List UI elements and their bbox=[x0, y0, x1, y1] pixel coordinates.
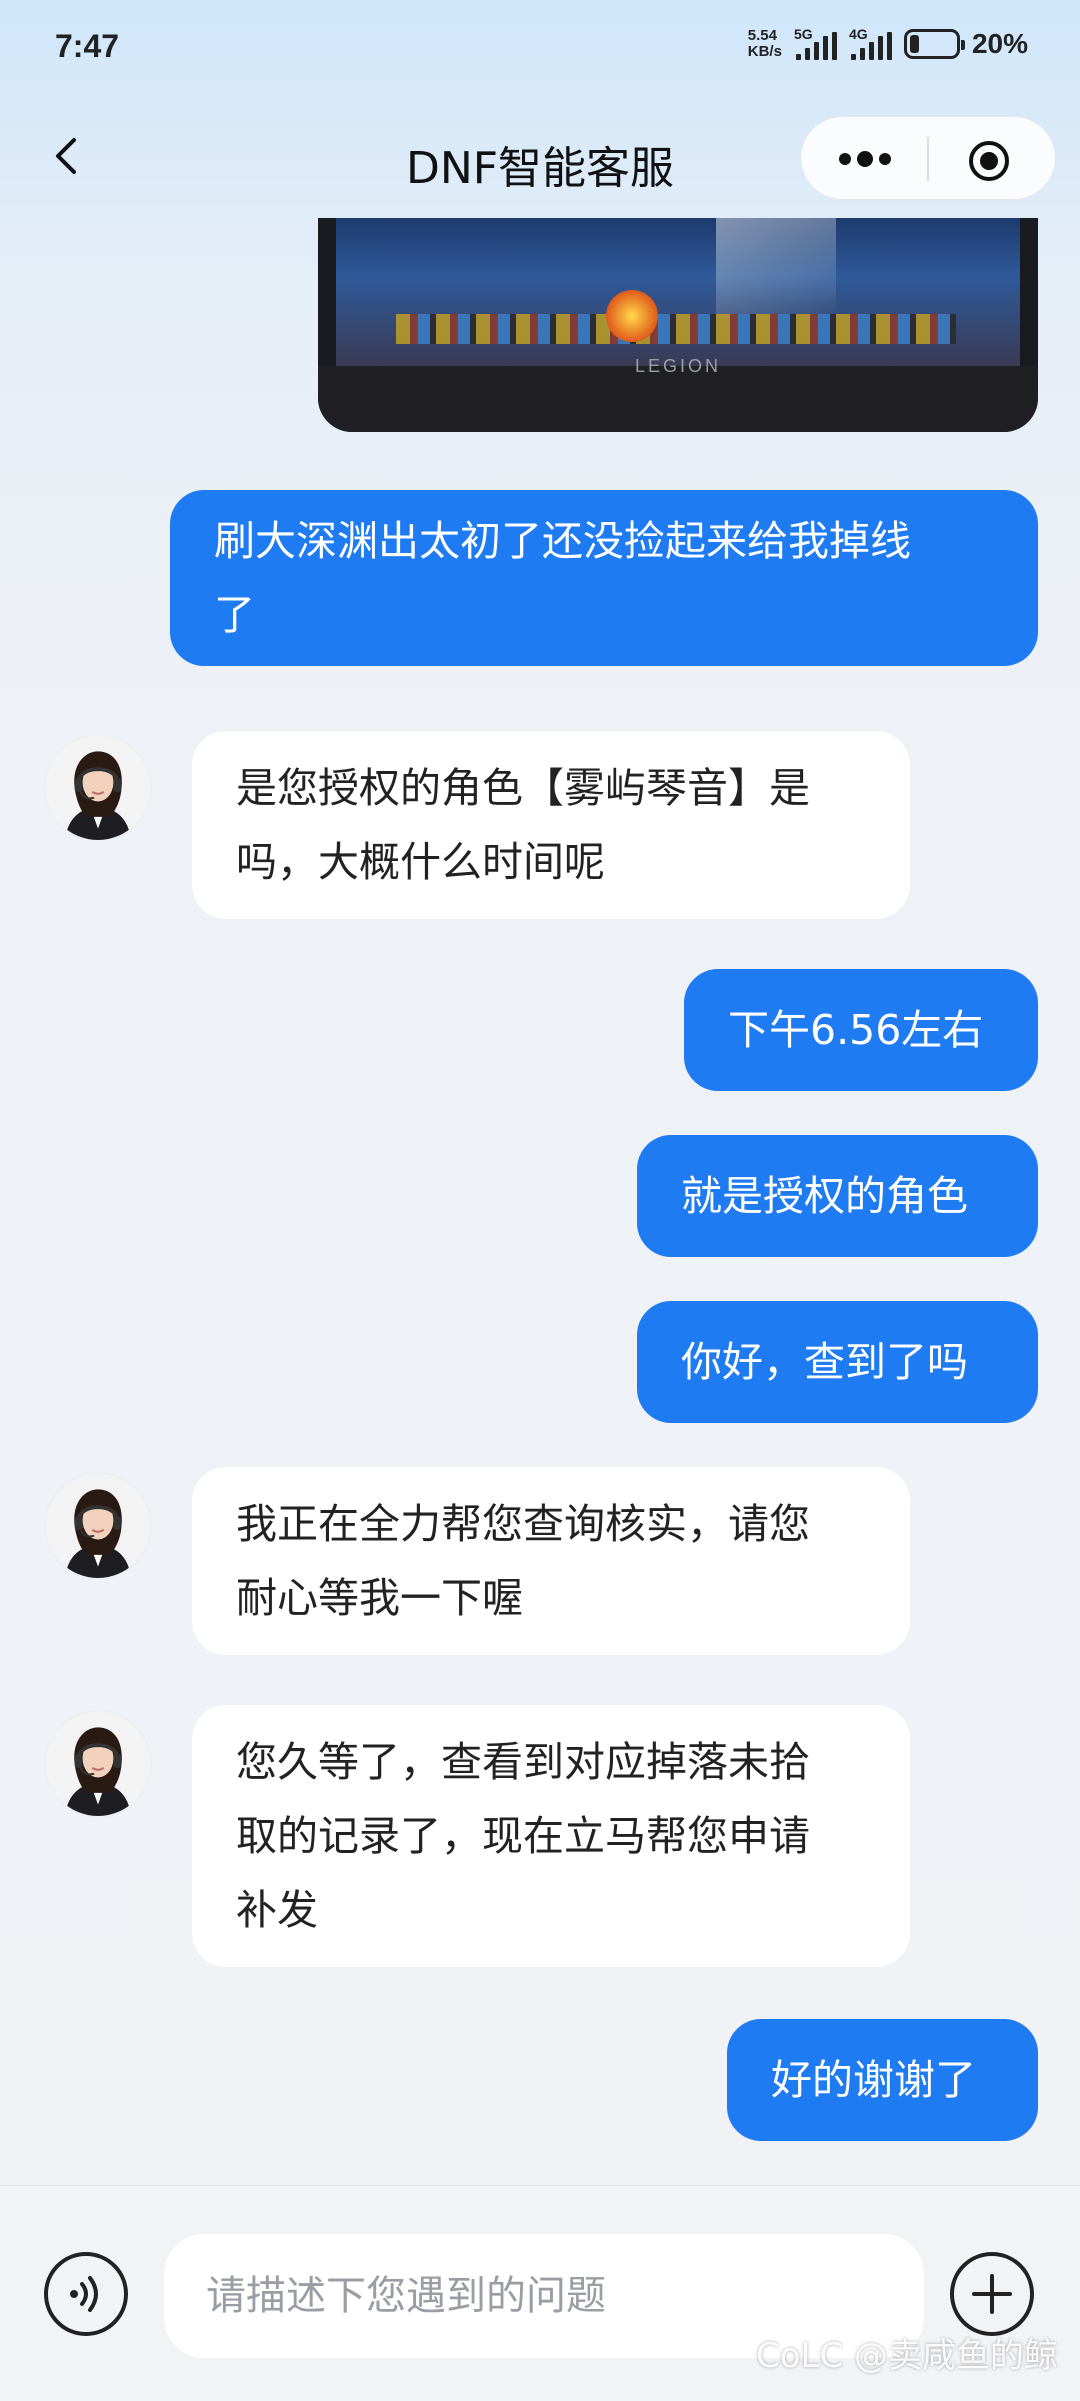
nav-header: DNF智能客服 bbox=[0, 108, 1080, 208]
watermark-text: @卖咸鱼的鲸 bbox=[854, 2336, 1058, 2376]
image-message[interactable]: LEGION bbox=[318, 218, 1038, 432]
laptop-brand-text: LEGION bbox=[634, 356, 722, 376]
agent-avatar[interactable] bbox=[44, 1710, 152, 1818]
message-line: 您久等了，查看到对应掉落未拾 bbox=[236, 1738, 810, 1786]
message-bubble-agent: 我正在全力帮您查询核实，请您 耐心等我一下喔 bbox=[192, 1467, 910, 1655]
message-bubble-agent: 是您授权的角色【雾屿琴音】是 吗，大概什么时间呢 bbox=[192, 731, 910, 919]
message-bubble-user: 就是授权的角色 bbox=[637, 1135, 1038, 1257]
message-line: 下午6.56左右 bbox=[728, 1006, 984, 1054]
plus-icon bbox=[972, 2274, 1012, 2314]
network-speed-value: 5.54 bbox=[747, 27, 777, 44]
agent-avatar[interactable] bbox=[44, 734, 152, 842]
message-line: 你好，查到了吗 bbox=[681, 1338, 968, 1386]
game-screenshot bbox=[336, 218, 1020, 366]
message-bubble-user: 你好，查到了吗 bbox=[637, 1301, 1038, 1423]
more-dots-icon[interactable] bbox=[837, 149, 893, 169]
message-line: 我正在全力帮您查询核实，请您 bbox=[236, 1500, 810, 1548]
message-line: 取的记录了，现在立马帮您申请 bbox=[236, 1812, 810, 1860]
message-bubble-user: 下午6.56左右 bbox=[684, 969, 1038, 1091]
agent-avatar-image bbox=[46, 1474, 150, 1578]
status-time: 7:47 bbox=[55, 28, 120, 64]
voice-icon bbox=[70, 2276, 98, 2312]
agent-avatar-image bbox=[46, 736, 150, 840]
battery-icon bbox=[903, 29, 965, 59]
voice-input-button[interactable] bbox=[44, 2252, 128, 2336]
status-icons: 5.54 KB/s 5G 4G 20% bbox=[748, 26, 1028, 60]
message-line: 了 bbox=[214, 591, 255, 639]
message-line: 好的谢谢了 bbox=[771, 2056, 976, 2104]
message-line: 补发 bbox=[236, 1886, 318, 1934]
capsule-divider bbox=[927, 137, 929, 181]
agent-avatar-image bbox=[46, 1712, 150, 1816]
more-options-button[interactable] bbox=[950, 2252, 1034, 2336]
message-bubble-user: 好的谢谢了 bbox=[727, 2019, 1038, 2141]
message-line: 耐心等我一下喔 bbox=[236, 1574, 523, 1622]
signal-5g-icon: 5G bbox=[793, 26, 837, 60]
message-line: 吗，大概什么时间呢 bbox=[236, 838, 605, 886]
battery-percent: 20% bbox=[971, 28, 1028, 59]
message-line: 刷大深渊出太初了还没捡起来给我掉线 bbox=[214, 517, 911, 565]
signal-4g-label: 4G bbox=[848, 26, 868, 42]
target-circle-icon[interactable] bbox=[967, 139, 1011, 183]
watermark-logo: CoLC bbox=[755, 2336, 844, 2376]
message-bubble-agent: 您久等了，查看到对应掉落未拾 取的记录了，现在立马帮您申请 补发 bbox=[192, 1705, 910, 1967]
watermark: CoLC @卖咸鱼的鲸 bbox=[756, 2328, 1058, 2377]
network-speed-unit: KB/s bbox=[747, 43, 782, 60]
message-line: 就是授权的角色 bbox=[681, 1172, 968, 1220]
message-bubble-user: 刷大深渊出太初了还没捡起来给我掉线 了 bbox=[170, 490, 1038, 666]
status-bar: 7:47 5.54 KB/s 5G 4G 20% bbox=[0, 0, 1080, 100]
agent-avatar[interactable] bbox=[44, 1472, 152, 1580]
mini-program-capsule bbox=[800, 116, 1056, 200]
battery-level bbox=[909, 35, 919, 53]
message-line: 是您授权的角色【雾屿琴音】是 bbox=[236, 764, 810, 812]
signal-4g-icon: 4G bbox=[848, 26, 892, 60]
signal-5g-label: 5G bbox=[793, 26, 813, 42]
network-speed: 5.54 KB/s bbox=[748, 28, 782, 60]
